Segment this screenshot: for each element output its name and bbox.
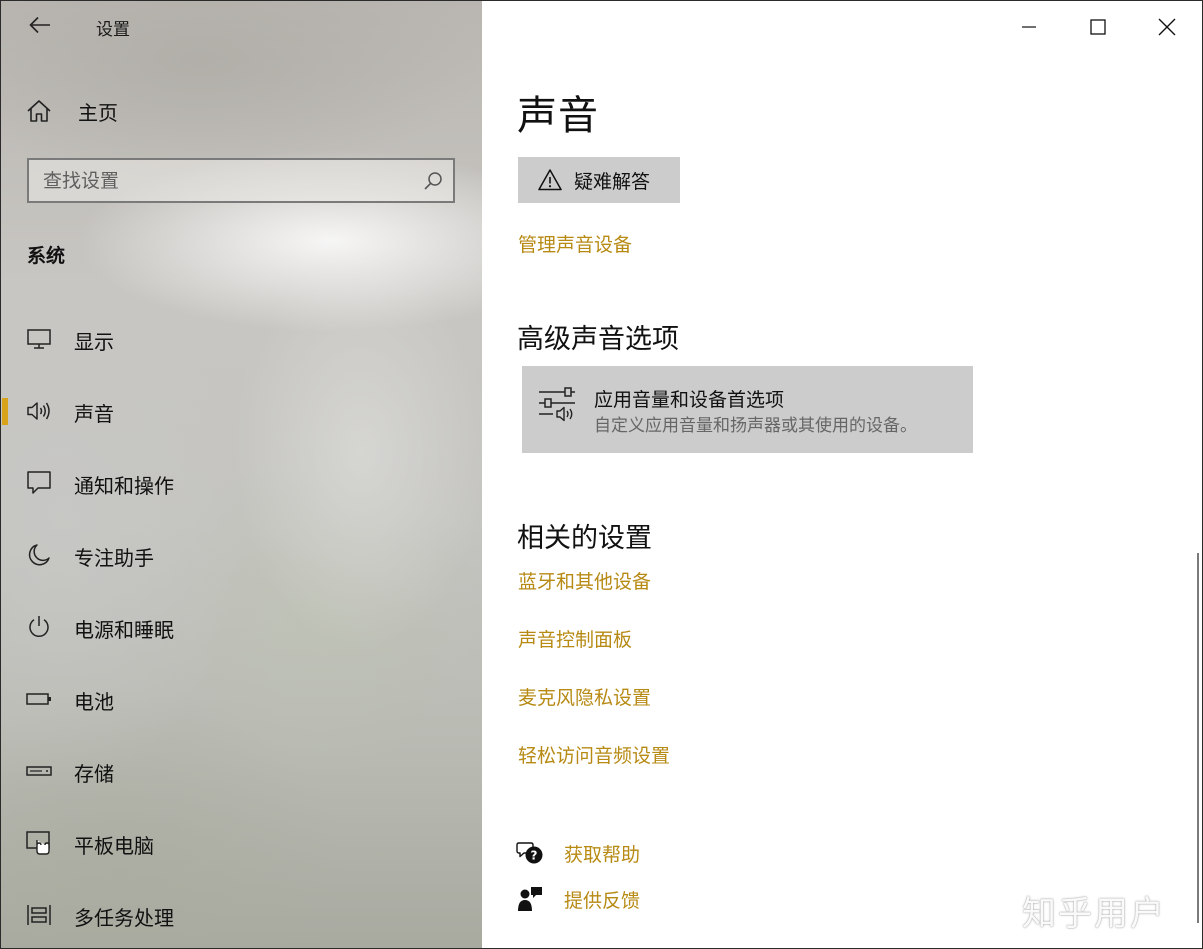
sidebar-item-multitasking[interactable]: 多任务处理 <box>2 889 480 941</box>
close-icon <box>1158 18 1176 36</box>
back-button[interactable] <box>26 11 54 39</box>
manage-sound-devices-link[interactable]: 管理声音设备 <box>518 230 632 257</box>
home-icon <box>27 100 51 122</box>
minimize-button[interactable] <box>1006 9 1052 45</box>
feedback-icon <box>516 885 544 913</box>
sidebar-item-label: 电池 <box>74 690 114 714</box>
sidebar-item-label: 通知和操作 <box>74 474 174 498</box>
tile-description: 自定义应用音量和扬声器或其使用的设备。 <box>594 416 917 436</box>
moon-icon <box>26 542 52 568</box>
get-help-row[interactable]: ? 获取帮助 <box>516 837 640 869</box>
sidebar-item-display[interactable]: 显示 <box>2 313 480 365</box>
multitask-icon <box>26 902 52 928</box>
sidebar-item-storage[interactable]: 存储 <box>2 745 480 797</box>
sidebar-item-label: 专注助手 <box>74 546 154 570</box>
tile-title: 应用音量和设备首选项 <box>594 389 785 411</box>
sidebar-item-focus-assist[interactable]: 专注助手 <box>2 529 480 581</box>
microphone-privacy-link[interactable]: 麦克风隐私设置 <box>518 683 651 710</box>
search-icon[interactable] <box>423 171 443 191</box>
search-box <box>27 158 455 203</box>
advanced-sound-options-heading: 高级声音选项 <box>517 324 679 355</box>
window-title: 设置 <box>96 20 130 40</box>
app-volume-device-preferences-tile[interactable]: 应用音量和设备首选项 自定义应用音量和扬声器或其使用的设备。 <box>522 366 973 453</box>
ease-of-access-audio-link[interactable]: 轻松访问音频设置 <box>518 741 670 768</box>
maximize-button[interactable] <box>1075 9 1121 45</box>
back-arrow-icon <box>29 16 50 34</box>
sidebar-item-power-sleep[interactable]: 电源和睡眠 <box>2 601 480 653</box>
page-title: 声音 <box>517 93 599 139</box>
monitor-icon <box>26 326 52 352</box>
related-settings-heading: 相关的设置 <box>517 523 652 554</box>
tablet-icon <box>26 830 52 856</box>
sound-control-panel-link[interactable]: 声音控制面板 <box>518 625 632 652</box>
bluetooth-devices-link[interactable]: 蓝牙和其他设备 <box>518 567 651 594</box>
sidebar-item-label: 存储 <box>74 762 114 786</box>
section-label-system: 系统 <box>27 245 66 267</box>
sidebar-item-home[interactable]: 主页 <box>26 93 118 129</box>
active-indicator <box>2 398 8 425</box>
power-icon <box>26 614 52 640</box>
message-icon <box>26 470 52 496</box>
sidebar-item-label: 电源和睡眠 <box>74 618 174 642</box>
troubleshoot-label: 疑难解答 <box>574 170 651 193</box>
svg-text:?: ? <box>531 849 538 863</box>
help-chat-icon: ? <box>516 839 544 867</box>
sidebar-item-sound[interactable]: 声音 <box>2 385 480 437</box>
give-feedback-row[interactable]: 提供反馈 <box>516 883 640 915</box>
sidebar: 设置 主页 系统 显示 <box>1 1 482 949</box>
get-help-link[interactable]: 获取帮助 <box>564 840 640 867</box>
sidebar-item-tablet[interactable]: 平板电脑 <box>2 817 480 869</box>
sidebar-item-label: 声音 <box>74 402 114 426</box>
speaker-icon <box>26 398 52 424</box>
sliders-icon <box>539 387 575 422</box>
storage-drive-icon <box>26 758 52 784</box>
scrollbar[interactable] <box>1197 553 1199 923</box>
troubleshoot-button[interactable]: 疑难解答 <box>518 157 680 203</box>
sidebar-item-label: 平板电脑 <box>74 834 154 858</box>
main-content: 声音 疑难解答 管理声音设备 高级声音选项 应用音量和设备首选项 自定义应用音量… <box>482 1 1202 948</box>
sidebar-item-battery[interactable]: 电池 <box>2 673 480 725</box>
sidebar-item-notifications[interactable]: 通知和操作 <box>2 457 480 509</box>
battery-icon <box>26 686 52 712</box>
warning-icon <box>538 169 562 191</box>
maximize-icon <box>1090 19 1106 35</box>
minimize-icon <box>1022 26 1036 28</box>
give-feedback-link[interactable]: 提供反馈 <box>564 886 640 913</box>
search-input[interactable] <box>43 160 413 201</box>
sidebar-item-label: 显示 <box>74 330 114 354</box>
close-button[interactable] <box>1144 9 1190 45</box>
sidebar-item-label: 多任务处理 <box>74 906 174 930</box>
watermark: 知乎用户 <box>1022 894 1166 934</box>
sidebar-item-home-label: 主页 <box>78 100 118 125</box>
